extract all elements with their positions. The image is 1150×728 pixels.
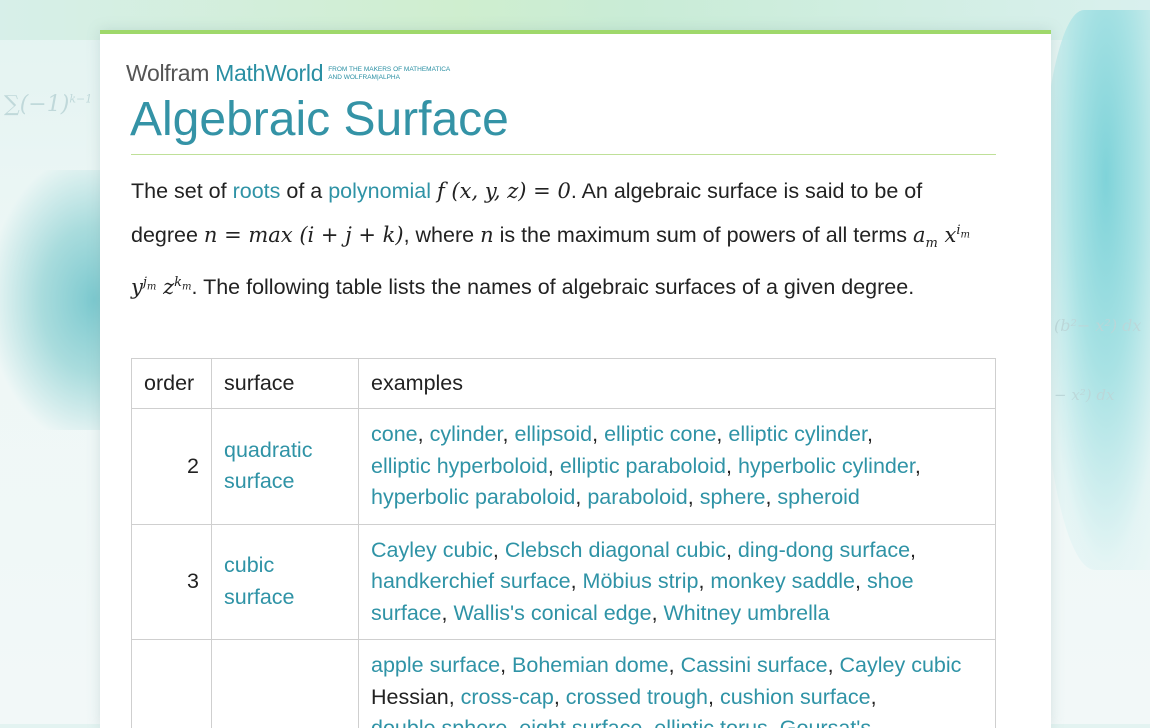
logo-tagline: FROM THE MAKERS OF MATHEMATICA AND WOLFR… — [328, 66, 468, 82]
background-math-sum: ∑(−1)k−1 — [4, 92, 92, 117]
example-link[interactable]: ding-dong surface — [738, 538, 910, 562]
background-math-integrand: − x²) dx — [1054, 386, 1115, 404]
example-link[interactable]: Clebsch diagonal cubic — [505, 538, 726, 562]
link-quadratic-surface[interactable]: quadraticsurface — [224, 438, 312, 494]
order-cell — [132, 640, 212, 728]
intro-text: The set of — [131, 179, 233, 203]
example-link[interactable]: Cayley cubic — [371, 538, 493, 562]
equation-degree: n = max (i + j + k) — [204, 223, 404, 247]
link-polynomial[interactable]: polynomial — [328, 179, 431, 203]
background-math-integrand: (b²− x²) dx — [1054, 316, 1141, 335]
example-link[interactable]: elliptic cylinder — [728, 422, 867, 446]
logo-wolfram-text: Wolfram — [126, 60, 209, 87]
example-link[interactable]: elliptic cone — [604, 422, 716, 446]
example-link[interactable]: cross-cap — [461, 685, 554, 709]
example-link[interactable]: spheroid — [777, 485, 859, 509]
examples-cell: apple surface, Bohemian dome, Cassini su… — [359, 640, 996, 728]
background-surface-graphic-left — [0, 170, 105, 430]
intro-text: . The following table lists the names of… — [192, 275, 915, 299]
example-link[interactable]: Cassini surface — [681, 653, 828, 677]
link-cubic-surface[interactable]: cubicsurface — [224, 553, 295, 609]
example-link[interactable]: Cayley cubic — [840, 653, 962, 677]
table-row: 3 cubicsurface Cayley cubic, Clebsch dia… — [132, 524, 996, 640]
intro-text: , where — [404, 223, 480, 247]
examples-cell: cone, cylinder, ellipsoid, elliptic cone… — [359, 409, 996, 525]
example-link[interactable]: paraboloid — [587, 485, 687, 509]
intro-text: is the maximum sum of powers of all term… — [494, 223, 913, 247]
variable-n: n — [480, 223, 494, 247]
example-link[interactable]: elliptic hyperboloid — [371, 454, 548, 478]
example-link[interactable]: handkerchief surface — [371, 569, 571, 593]
table-row: 2 quadraticsurface cone, cylinder, ellip… — [132, 409, 996, 525]
example-link[interactable]: double sphere — [371, 716, 507, 728]
logo-tagline-line1: FROM THE MAKERS OF MATHEMATICA — [328, 66, 450, 73]
example-link[interactable]: hyperbolic paraboloid — [371, 485, 575, 509]
example-link[interactable]: Goursat's — [780, 716, 871, 728]
surfaces-table: order surface examples 2 quadraticsurfac… — [131, 358, 996, 728]
example-text: Hessian — [371, 685, 449, 709]
example-link[interactable]: cushion surface — [720, 685, 871, 709]
example-link[interactable]: hyperbolic cylinder — [738, 454, 915, 478]
page-title: Algebraic Surface — [130, 92, 509, 147]
example-link[interactable]: cylinder — [430, 422, 503, 446]
example-link[interactable]: Möbius strip — [583, 569, 699, 593]
surface-cell: cubicsurface — [212, 524, 359, 640]
header-surface: surface — [212, 359, 359, 409]
article-card: Wolfram MathWorld FROM THE MAKERS OF MAT… — [100, 30, 1051, 728]
example-link[interactable]: elliptic paraboloid — [560, 454, 726, 478]
background-surface-graphic-right — [1040, 10, 1150, 570]
example-link[interactable]: elliptic torus — [654, 716, 768, 728]
surface-cell — [212, 640, 359, 728]
example-link[interactable]: sphere — [700, 485, 766, 509]
example-link[interactable]: eight surface — [519, 716, 642, 728]
example-link[interactable]: cone — [371, 422, 418, 446]
header-examples: examples — [359, 359, 996, 409]
example-link[interactable]: apple surface — [371, 653, 500, 677]
intro-text: of a — [280, 179, 328, 203]
order-cell: 2 — [132, 409, 212, 525]
example-link[interactable]: crossed trough — [566, 685, 708, 709]
logo-tagline-line2: AND WOLFRAM|ALPHA — [328, 74, 400, 81]
examples-cell: Cayley cubic, Clebsch diagonal cubic, di… — [359, 524, 996, 640]
table-header-row: order surface examples — [132, 359, 996, 409]
example-link[interactable]: Wallis's conical edge — [453, 601, 651, 625]
header-order: order — [132, 359, 212, 409]
example-link[interactable]: Whitney umbrella — [664, 601, 830, 625]
example-link[interactable]: ellipsoid — [514, 422, 592, 446]
mathworld-logo[interactable]: Wolfram MathWorld FROM THE MAKERS OF MAT… — [126, 60, 468, 87]
surface-cell: quadraticsurface — [212, 409, 359, 525]
example-link[interactable]: monkey saddle — [710, 569, 855, 593]
logo-mathworld-text: MathWorld — [215, 60, 323, 87]
title-divider — [131, 154, 996, 155]
table-row: apple surface, Bohemian dome, Cassini su… — [132, 640, 996, 728]
order-cell: 3 — [132, 524, 212, 640]
link-roots[interactable]: roots — [233, 179, 281, 203]
equation-polynomial: f (x, y, z) = 0 — [437, 179, 571, 203]
example-link[interactable]: Bohemian dome — [512, 653, 669, 677]
intro-paragraph: The set of roots of a polynomial f (x, y… — [131, 172, 991, 307]
